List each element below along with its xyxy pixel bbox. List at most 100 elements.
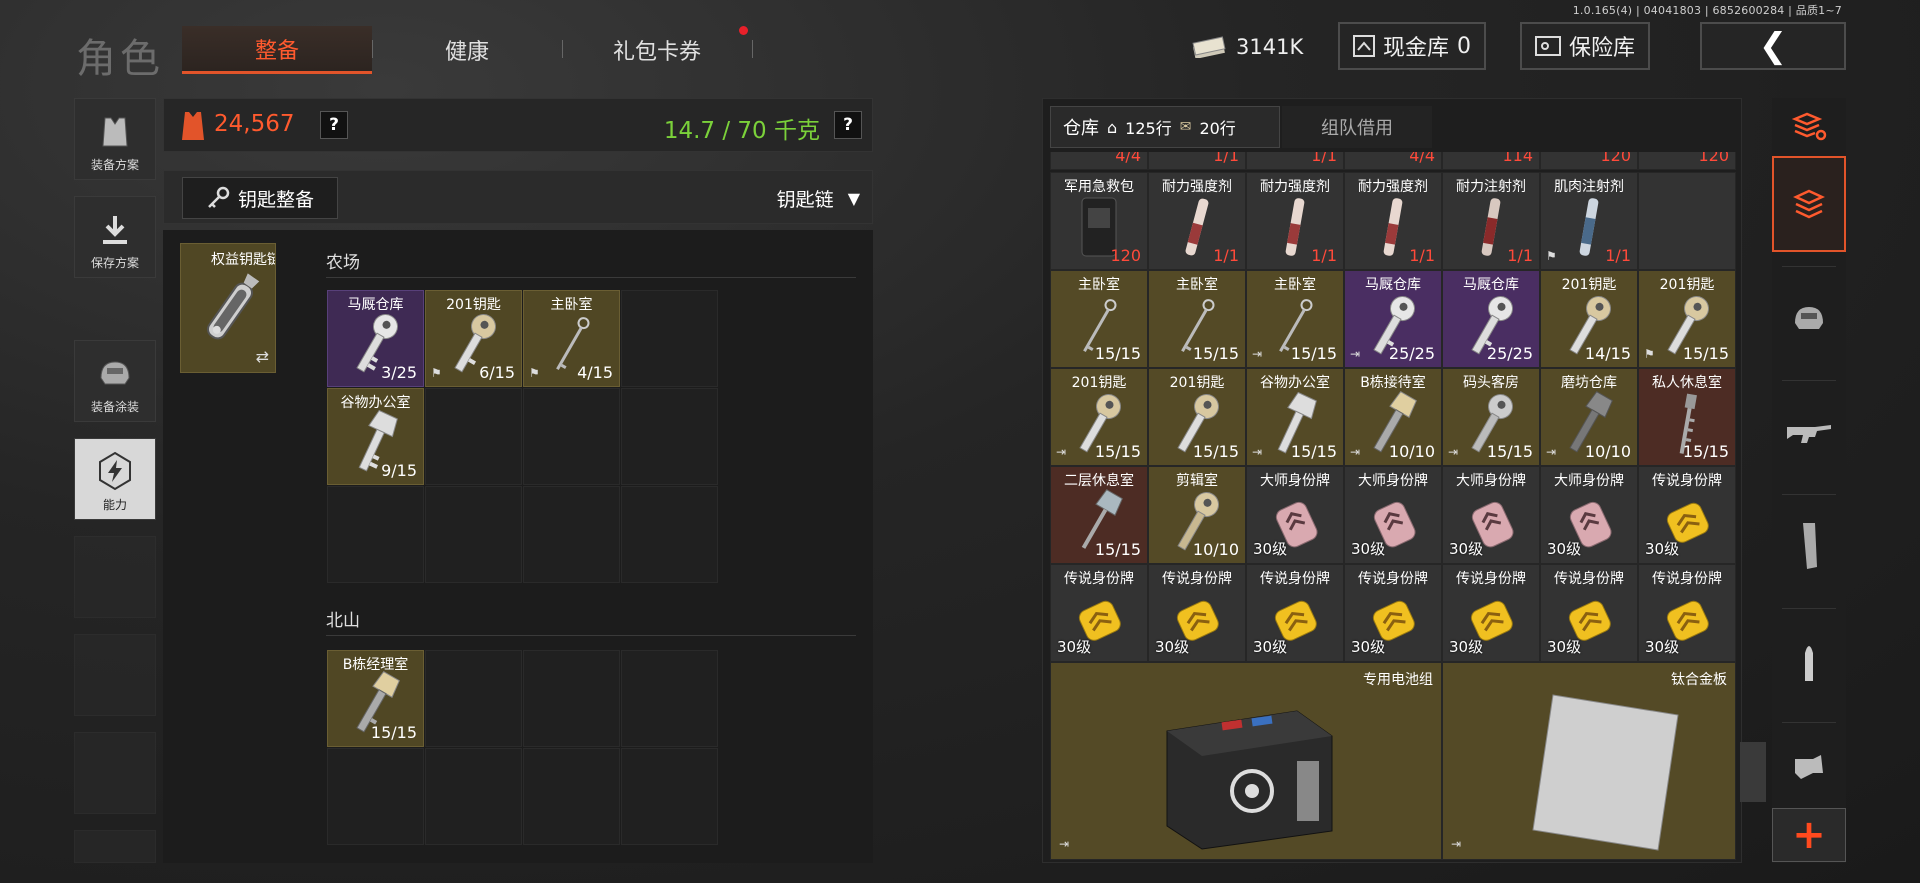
- tab-gift-coupons[interactable]: 礼包卡券: [562, 26, 752, 74]
- warehouse-item[interactable]: 私人休息室 15/15: [1638, 368, 1736, 466]
- item-count: 15/15: [1192, 442, 1239, 461]
- team-borrow-tab[interactable]: 组队借用: [1282, 106, 1432, 148]
- key-count: 6/15: [479, 363, 515, 382]
- warehouse-item[interactable]: 传说身份牌 30级: [1540, 564, 1638, 662]
- warehouse-item[interactable]: 二层休息室 15/15: [1050, 466, 1148, 564]
- warehouse-item[interactable]: 大师身份牌 30级: [1344, 466, 1442, 564]
- warehouse-item[interactable]: 传说身份牌 30级: [1442, 564, 1540, 662]
- exit-icon: ⇥: [1451, 837, 1462, 851]
- item-count: 15/15: [1682, 442, 1729, 461]
- notification-badge: [739, 26, 748, 35]
- warehouse-item[interactable]: 201钥匙 15/15: [1148, 368, 1246, 466]
- key-slot[interactable]: 201钥匙 ⚑ 6/15: [425, 290, 522, 387]
- warehouse-item[interactable]: 肌肉注射剂 ⚑ 1/1: [1540, 172, 1638, 270]
- warehouse-item[interactable]: 耐力强度剂 1/1: [1246, 172, 1344, 270]
- exit-icon: ⇥: [1350, 445, 1361, 459]
- weight-help-button[interactable]: ?: [834, 111, 862, 139]
- swap-icon[interactable]: ⇄: [256, 347, 269, 366]
- rail-divider: [1782, 380, 1836, 381]
- sidebar-equipment-skin[interactable]: 装备涂装: [74, 340, 156, 422]
- warehouse-item[interactable]: 传说身份牌 30级: [1246, 564, 1344, 662]
- warehouse-item[interactable]: 谷物办公室 ⇥ 15/15: [1246, 368, 1344, 466]
- vest-icon: [102, 117, 128, 147]
- item-count: 1/1: [1213, 246, 1239, 265]
- category-helmet[interactable]: [1772, 270, 1846, 366]
- warehouse-item[interactable]: 磨坊仓库 ⇥ 10/10: [1540, 368, 1638, 466]
- item-count: 120: [1600, 152, 1631, 165]
- category-all[interactable]: [1772, 156, 1846, 252]
- category-magazine[interactable]: [1772, 498, 1846, 594]
- warehouse-item[interactable]: 201钥匙 14/15: [1540, 270, 1638, 368]
- key-slot[interactable]: B栋经理室 15/15: [327, 650, 424, 747]
- item-count: 15/15: [1486, 442, 1533, 461]
- add-button[interactable]: +: [1772, 808, 1846, 862]
- stack-refresh-icon: [1791, 112, 1827, 141]
- warehouse-empty-slot[interactable]: [1638, 172, 1736, 270]
- warehouse-tab[interactable]: 仓库 ⌂ 125行 ✉ 20行: [1050, 106, 1280, 148]
- key-slot[interactable]: 谷物办公室 9/15: [327, 388, 424, 485]
- keychain-item[interactable]: 权益钥匙链 ⇄: [180, 243, 276, 373]
- warehouse-item[interactable]: 耐力注射剂 1/1: [1442, 172, 1540, 270]
- warehouse-item-titanium-plate[interactable]: 钛合金板 ⇥: [1442, 662, 1736, 860]
- warehouse-item[interactable]: 主卧室 15/15: [1148, 270, 1246, 368]
- chevron-left-icon: ❮: [1758, 26, 1788, 66]
- warehouse-item[interactable]: 马厩仓库 25/25: [1442, 270, 1540, 368]
- category-attachment[interactable]: [1772, 726, 1846, 806]
- item-count: 15/15: [1094, 540, 1141, 559]
- sidebar-equipment-plan[interactable]: 装备方案: [74, 98, 156, 180]
- warehouse-label: 仓库: [1063, 118, 1099, 139]
- warehouse-item[interactable]: 传说身份牌 30级: [1148, 564, 1246, 662]
- cash-vault-button[interactable]: 现金库 0: [1338, 22, 1486, 70]
- tab-equipment[interactable]: 整备: [182, 26, 372, 74]
- warehouse-item[interactable]: 主卧室 ⇥ 15/15: [1246, 270, 1344, 368]
- sidebar-label: 装备方案: [90, 158, 139, 172]
- sidebar-ability[interactable]: 能力: [74, 438, 156, 520]
- warehouse-item-battery[interactable]: 专用电池组 ⇥: [1050, 662, 1442, 860]
- warehouse-item[interactable]: 剪辑室 10/10: [1148, 466, 1246, 564]
- warehouse-item[interactable]: 耐力强度剂 1/1: [1148, 172, 1246, 270]
- safe-vault-button[interactable]: 保险库: [1520, 22, 1650, 70]
- item-count: 15/15: [1290, 442, 1337, 461]
- key-slot[interactable]: 主卧室 ⚑ 4/15: [523, 290, 620, 387]
- sort-refresh-button[interactable]: [1772, 98, 1846, 154]
- keychain-dropdown[interactable]: 钥匙链 ▼: [777, 177, 860, 219]
- warehouse-item[interactable]: 传说身份牌 30级: [1638, 564, 1736, 662]
- category-weapon[interactable]: [1772, 384, 1846, 480]
- warehouse-item[interactable]: 传说身份牌 30级: [1638, 466, 1736, 564]
- warehouse-item[interactable]: 传说身份牌 30级: [1344, 564, 1442, 662]
- item-count: 15/15: [1682, 344, 1729, 363]
- warehouse-item[interactable]: 大师身份牌 30级: [1442, 466, 1540, 564]
- value-help-button[interactable]: ?: [320, 111, 348, 139]
- warehouse-item[interactable]: 大师身份牌 30级: [1246, 466, 1344, 564]
- item-level: 30级: [1449, 638, 1484, 656]
- category-ammo[interactable]: [1772, 612, 1846, 708]
- warehouse-item[interactable]: 主卧室 15/15: [1050, 270, 1148, 368]
- item-level: 30级: [1253, 540, 1288, 558]
- injector-icon: [1285, 197, 1305, 256]
- key-arrange-button[interactable]: 钥匙整备: [182, 177, 338, 219]
- cash-vault-label: 现金库: [1382, 36, 1449, 61]
- key-slot[interactable]: 马厩仓库 3/25: [327, 290, 424, 387]
- warehouse-item[interactable]: 201钥匙 ⚑ 15/15: [1638, 270, 1736, 368]
- warehouse-item[interactable]: B栋接待室 ⇥ 10/10: [1344, 368, 1442, 466]
- warehouse-item[interactable]: 码头客房 ⇥ 15/15: [1442, 368, 1540, 466]
- version-info: 1.0.165(4) | 04041803 | 6852600284 | 品质1…: [1572, 4, 1842, 17]
- warehouse-item[interactable]: 耐力强度剂 1/1: [1344, 172, 1442, 270]
- section-divider: [326, 277, 856, 278]
- warehouse-item[interactable]: 马厩仓库 ⇥ 25/25: [1344, 270, 1442, 368]
- item-count: 25/25: [1388, 344, 1435, 363]
- warehouse-scrollbar[interactable]: [1740, 742, 1766, 802]
- tab-health[interactable]: 健康: [372, 26, 562, 74]
- back-button[interactable]: ❮: [1700, 22, 1846, 70]
- vault-icon: [1352, 35, 1375, 57]
- sidebar-save-plan[interactable]: 保存方案: [74, 196, 156, 278]
- warehouse-item[interactable]: 大师身份牌 30级: [1540, 466, 1638, 564]
- item-name: 传说身份牌: [1456, 571, 1526, 587]
- lightning-icon: [99, 451, 131, 491]
- warehouse-item[interactable]: 传说身份牌 30级: [1050, 564, 1148, 662]
- sidebar-empty-slot: [74, 634, 156, 716]
- warehouse-item[interactable]: 军用急救包 120: [1050, 172, 1148, 270]
- warehouse-item[interactable]: 201钥匙 ⇥ 15/15: [1050, 368, 1148, 466]
- rifle-icon: [1787, 425, 1831, 443]
- injector-icon: [1383, 197, 1403, 256]
